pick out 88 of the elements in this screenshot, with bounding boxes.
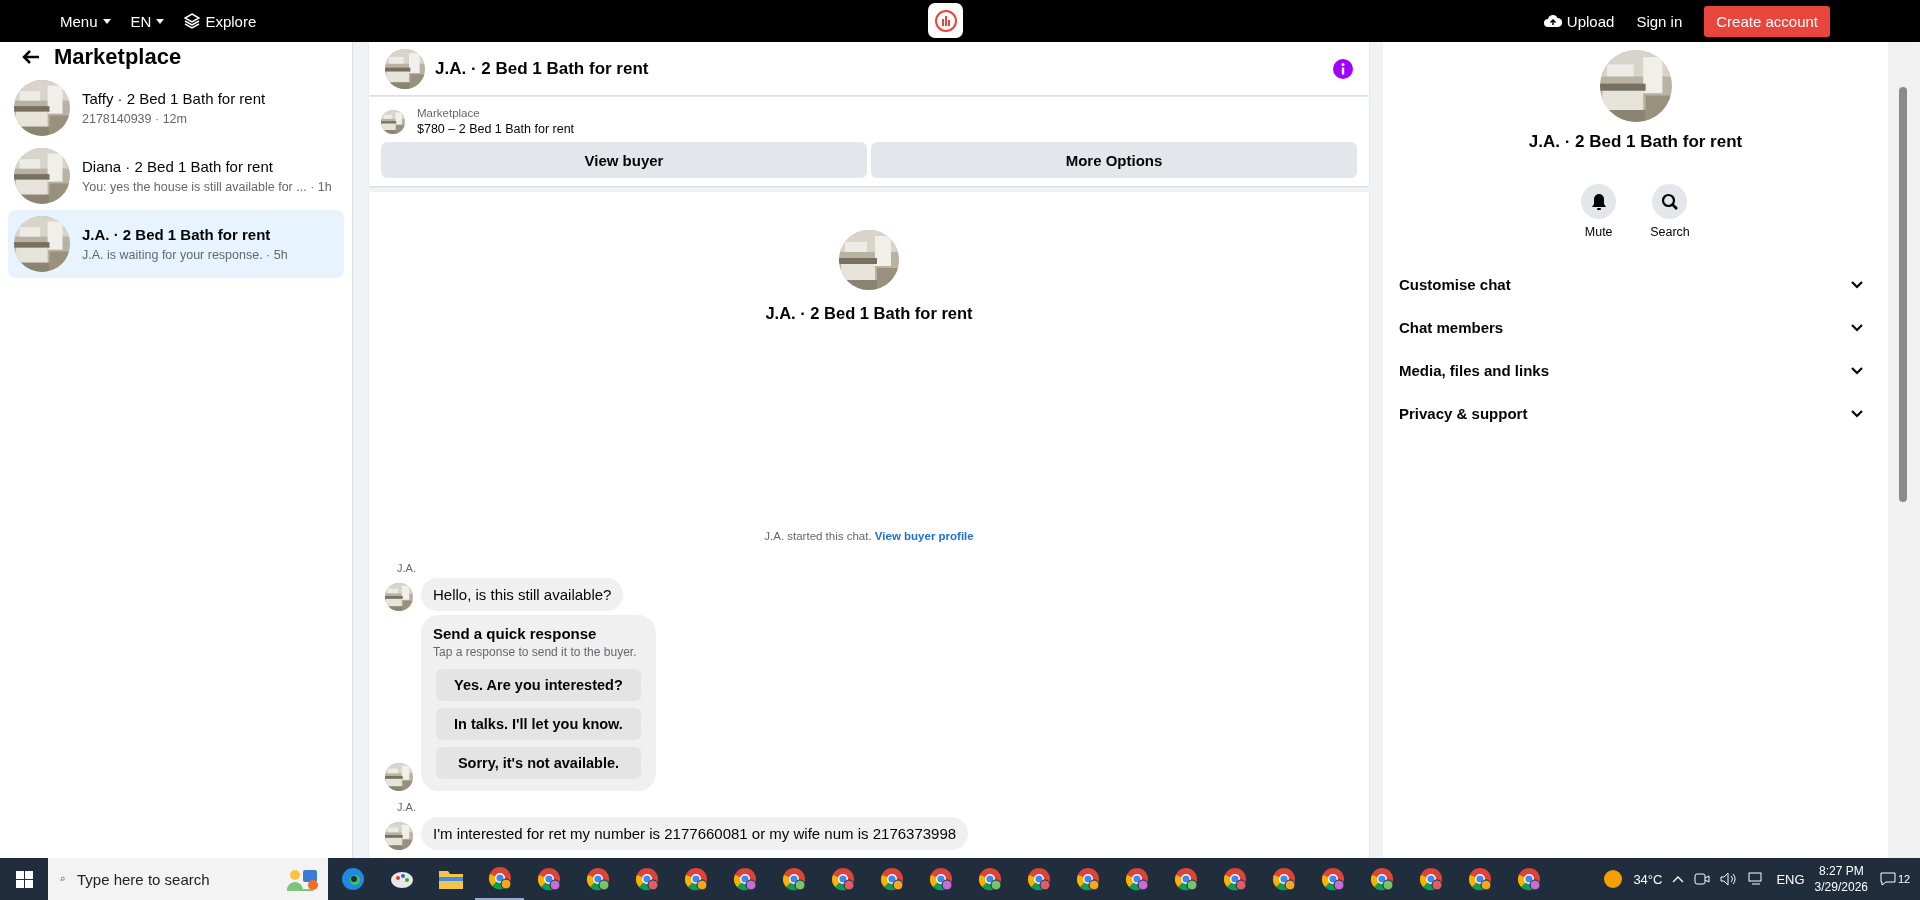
message-bubble: I'm interested for ret my number is 2177660081 or my wife num is 2176373998: [421, 817, 969, 850]
clock[interactable]: 8:27 PM 3/29/2026: [1814, 863, 1868, 895]
explore-link[interactable]: Explore: [184, 12, 257, 30]
browser-icon[interactable]: [1271, 867, 1296, 891]
chat-title: J.A. · 2 Bed 1 Bath for rent: [435, 58, 650, 79]
quick-response-title: Send a quick response: [433, 625, 598, 642]
browser-icon[interactable]: [1222, 867, 1247, 891]
listing-button[interactable]: View buyer: [381, 142, 867, 178]
caret-icon: [102, 18, 111, 24]
create-account-button[interactable]: Create account: [1704, 5, 1830, 37]
conversation-item[interactable]: Diana · 2 Bed 1 Bath for rent You: yes the house is still available for ... · 1h: [8, 142, 344, 210]
browser-icon[interactable]: [977, 867, 1002, 891]
layers-icon: [184, 13, 201, 29]
language-link[interactable]: EN: [130, 12, 165, 30]
listing-source: Marketplace: [417, 107, 481, 119]
bell-icon: [1590, 192, 1607, 211]
cloud-upload-icon: [1543, 14, 1562, 28]
browser-icon[interactable]: [1369, 867, 1394, 891]
browser-icon[interactable]: [879, 867, 904, 891]
intro-title: J.A. · 2 Bed 1 Bath for rent: [765, 304, 973, 323]
chevron-up-icon[interactable]: [1672, 875, 1685, 883]
browser-icon[interactable]: [487, 866, 512, 890]
chevron-down-icon: [1850, 366, 1864, 375]
language-indicator[interactable]: ENG: [1776, 871, 1805, 887]
conversation-preview: You: yes the house is still available for ... · 1h: [82, 180, 332, 194]
scrollbar-thumb[interactable]: [1899, 87, 1907, 502]
quick-response-hint: Tap a response to send it to the buyer.: [433, 645, 638, 659]
chat-bubble-icon: [1879, 872, 1896, 886]
browser-icon[interactable]: [830, 867, 855, 891]
browser-icon[interactable]: [1124, 867, 1149, 891]
browser-icon[interactable]: [1026, 867, 1051, 891]
quick-reply-button[interactable]: Yes. Are you interested?: [436, 669, 641, 701]
sidebar-title: Marketplace: [54, 44, 182, 70]
windows-icon: [15, 870, 33, 888]
edge-icon[interactable]: [340, 867, 365, 891]
upload-link[interactable]: Upload: [1543, 12, 1615, 30]
chat-started-note: J.A. started this chat. View buyer profile: [763, 530, 975, 542]
browser-icon[interactable]: [1320, 867, 1345, 891]
chevron-down-icon: [1850, 409, 1864, 418]
info-icon[interactable]: [1333, 58, 1353, 79]
folder-icon[interactable]: [438, 869, 463, 889]
temperature: 34°C: [1633, 871, 1663, 887]
taskbar-search-field[interactable]: Type here to search: [48, 858, 278, 900]
sign-in-link[interactable]: Sign in: [1636, 12, 1683, 30]
conversation-title: J.A. · 2 Bed 1 Bath for rent: [82, 226, 272, 243]
browser-icon[interactable]: [1418, 867, 1443, 891]
caret-icon: [156, 18, 165, 24]
back-arrow-icon[interactable]: [22, 49, 40, 65]
logo[interactable]: [928, 3, 963, 38]
conversation-item[interactable]: J.A. · 2 Bed 1 Bath for rent J.A. is waiting for your response. · 5h: [8, 210, 344, 278]
chevron-down-icon: [1850, 280, 1864, 289]
browser-icon[interactable]: [928, 867, 953, 891]
quick-reply-button[interactable]: Sorry, it's not available.: [436, 747, 641, 779]
browser-icon[interactable]: [1516, 867, 1541, 891]
speaker-icon[interactable]: [1720, 872, 1739, 886]
sender-name: J.A.: [397, 562, 417, 574]
listing-button[interactable]: More Options: [871, 142, 1357, 178]
browser-icon[interactable]: [634, 867, 659, 891]
view-buyer-profile-link[interactable]: View buyer profile: [874, 530, 974, 542]
browser-icon[interactable]: [536, 867, 561, 891]
browser-icon[interactable]: [1075, 867, 1100, 891]
browser-icon[interactable]: [1173, 867, 1198, 891]
camera-icon[interactable]: [1694, 872, 1711, 886]
browser-icon[interactable]: [732, 867, 757, 891]
details-section[interactable]: Customise chat: [1399, 263, 1872, 306]
sender-name: J.A.: [397, 801, 417, 813]
browser-icon[interactable]: [683, 867, 708, 891]
browser-icon[interactable]: [585, 867, 610, 891]
details-section[interactable]: Media, files and links: [1399, 349, 1872, 392]
conversation-preview: 2178140939 · 12m: [82, 112, 188, 126]
search-input[interactable]: Type here to search: [75, 869, 278, 889]
quick-reply-button[interactable]: In talks. I'll let you know.: [436, 708, 641, 740]
listing-title: $780 – 2 Bed 1 Bath for rent: [417, 122, 575, 136]
chevron-down-icon: [1850, 323, 1864, 332]
conversation-item[interactable]: Taffy · 2 Bed 1 Bath for rent 2178140939 · 12m: [8, 74, 344, 142]
search-icon: [1661, 192, 1679, 211]
message-bubble: Hello, is this still available?: [421, 578, 624, 611]
notifications-button[interactable]: 12: [1878, 858, 1912, 900]
browser-icon[interactable]: [781, 867, 806, 891]
conversation-title: Taffy · 2 Bed 1 Bath for rent: [82, 90, 266, 107]
details-section[interactable]: Privacy & support: [1399, 392, 1872, 435]
details-section[interactable]: Chat members: [1399, 306, 1872, 349]
conversation-title: Diana · 2 Bed 1 Bath for rent: [82, 158, 274, 175]
sun-icon: [1603, 869, 1624, 889]
menu-link[interactable]: Menu: [60, 12, 111, 30]
conversation-preview: J.A. is waiting for your response. · 5h: [82, 248, 288, 262]
details-title: J.A. · 2 Bed 1 Bath for rent: [1528, 132, 1743, 152]
browser-icon[interactable]: [1467, 867, 1492, 891]
